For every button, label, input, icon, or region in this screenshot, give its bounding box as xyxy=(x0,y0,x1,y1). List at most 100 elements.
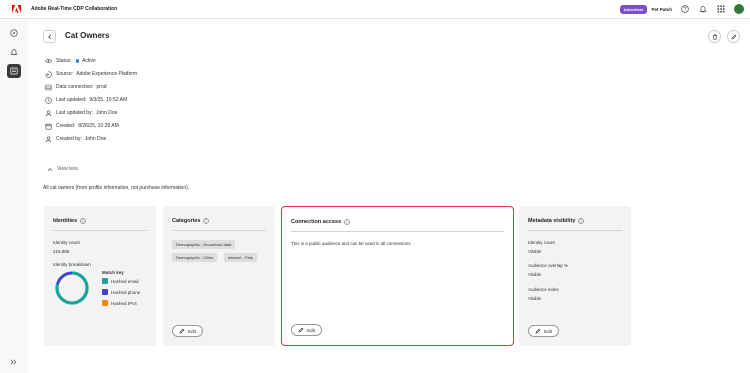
account-type-badge: Advertiser xyxy=(619,4,648,14)
detail-value: John Doe xyxy=(95,110,118,116)
identity-breakdown-donut xyxy=(55,271,89,305)
source-icon xyxy=(44,70,52,78)
detail-created-by: Created by: John Doe xyxy=(44,135,106,143)
detail-last-updated-by: Last updated by: John Doe xyxy=(44,109,117,117)
double-chevron-right-icon[interactable] xyxy=(9,358,17,366)
compass-icon[interactable] xyxy=(7,26,21,40)
bell-icon[interactable] xyxy=(7,45,21,59)
detail-source: Source: Adobe Experience Platform xyxy=(44,70,137,78)
divider xyxy=(53,230,147,231)
card-title: Connection access xyxy=(291,219,350,225)
edit-label: Edit xyxy=(544,328,552,334)
avatar[interactable] xyxy=(734,4,744,14)
detail-label: Created: xyxy=(56,123,76,129)
help-icon[interactable] xyxy=(680,4,690,14)
detail-label: Last updated: xyxy=(56,97,87,103)
legend-item: Hashed IPv4 xyxy=(102,300,137,306)
metadata-visibility-title: Metadata visibility xyxy=(528,218,576,224)
org-switcher[interactable]: Pet Patch xyxy=(651,7,672,12)
back-button[interactable] xyxy=(43,30,56,43)
identity-count-label: Identity count xyxy=(53,240,80,245)
info-icon[interactable] xyxy=(80,218,86,224)
user-icon xyxy=(44,109,52,117)
main-content: Cat Owners Status: Active Source: Adobe … xyxy=(28,19,750,373)
chevron-up-icon xyxy=(47,167,53,171)
metadata-row-label: Audience index xyxy=(528,287,559,292)
app-title: Adobe Real-Time CDP Collaboration xyxy=(31,6,118,12)
detail-created: Created: 8/26/25, 10:28 AM xyxy=(44,122,119,130)
edit-pencil-icon xyxy=(731,34,736,39)
metadata-row-value: Visible xyxy=(528,249,542,254)
left-rail xyxy=(0,19,28,373)
page-title: Cat Owners xyxy=(65,31,110,40)
detail-value: Active xyxy=(82,58,96,64)
identities-title: Identities xyxy=(53,218,78,224)
legend-label: Hashed email xyxy=(111,278,139,284)
edit-pencil-icon xyxy=(298,327,304,333)
metadata-row-value: Visible xyxy=(528,296,542,301)
detail-status: Status: Active xyxy=(44,57,96,65)
identities-card: Identities Identity count 219,886 Identi… xyxy=(44,206,156,346)
category-tag: Demographic - Household data xyxy=(172,240,236,249)
detail-label: Status: xyxy=(56,58,72,64)
detail-value: 8/26/25, 10:28 AM xyxy=(78,123,119,129)
status-dot xyxy=(75,59,80,63)
identity-breakdown-label: Identity breakdown xyxy=(53,262,91,267)
connection-edit-button[interactable]: Edit xyxy=(291,324,322,336)
clock-icon xyxy=(44,96,52,104)
calendar-icon xyxy=(44,122,52,130)
detail-data-connection: Data connection: prod xyxy=(44,83,107,91)
adobe-logo-icon[interactable] xyxy=(11,4,21,14)
metadata-row-label: Identity count xyxy=(528,240,555,245)
connection-access-title: Connection access xyxy=(291,219,342,225)
detail-label: Data connection: xyxy=(56,84,94,90)
categories-card: Categories Demographic - Household data … xyxy=(163,206,275,346)
edit-label: Edit xyxy=(307,327,315,333)
legend-label: Hashed phone xyxy=(111,289,141,295)
audience-description: All cat owners (from profile information… xyxy=(43,185,190,191)
edit-pencil-icon xyxy=(535,328,541,334)
user-icon xyxy=(44,135,52,143)
top-bar: Adobe Real-Time CDP Collaboration Advert… xyxy=(0,0,750,19)
info-icon[interactable] xyxy=(203,218,210,224)
delete-icon xyxy=(712,34,717,40)
metadata-visibility-card: Metadata visibility Identity count Visib… xyxy=(519,206,631,346)
edit-button[interactable] xyxy=(727,30,740,43)
categories-edit-button[interactable]: Edit xyxy=(172,325,203,337)
legend-swatch xyxy=(102,300,108,306)
edit-pencil-icon xyxy=(179,328,185,334)
delete-button[interactable] xyxy=(708,30,721,43)
status-icon xyxy=(44,57,52,65)
bell-icon[interactable] xyxy=(698,4,708,14)
detail-value: prod xyxy=(96,84,107,90)
apps-grid-icon[interactable] xyxy=(716,4,726,14)
card-title: Categories xyxy=(172,218,210,224)
detail-label: Source: xyxy=(56,71,74,77)
detail-label: Created by: xyxy=(56,136,82,142)
legend-swatch xyxy=(102,289,108,295)
card-title: Identities xyxy=(53,218,86,224)
connection-access-card: Connection access This is a public audie… xyxy=(281,206,514,346)
detail-last-updated: Last updated: 9/3/25, 10:52 AM xyxy=(44,96,127,104)
category-tag: Interest - Pets xyxy=(224,253,257,262)
connection-access-text: This is a public audience and can be use… xyxy=(291,241,411,246)
legend-item: Hashed phone xyxy=(102,289,140,295)
chevron-left-icon xyxy=(47,34,51,39)
audience-icon[interactable] xyxy=(7,64,21,78)
identity-count-value: 219,886 xyxy=(53,249,70,254)
detail-value: Adobe Experience Platform xyxy=(76,71,138,77)
legend-swatch xyxy=(102,278,108,284)
divider xyxy=(291,231,504,232)
metadata-row-label: Audience overlap % xyxy=(528,263,569,268)
view-less-link[interactable]: View less xyxy=(47,166,78,172)
match-key-title: Match key xyxy=(102,270,124,275)
detail-value: 9/3/25, 10:52 AM xyxy=(89,97,128,103)
info-icon[interactable] xyxy=(344,219,350,225)
categories-title: Categories xyxy=(172,218,201,224)
metadata-edit-button[interactable]: Edit xyxy=(528,325,559,337)
divider xyxy=(172,230,266,231)
divider xyxy=(528,230,622,231)
category-tag: Demographic - Other xyxy=(172,253,218,262)
info-icon[interactable] xyxy=(578,218,585,224)
card-title: Metadata visibility xyxy=(528,218,585,224)
